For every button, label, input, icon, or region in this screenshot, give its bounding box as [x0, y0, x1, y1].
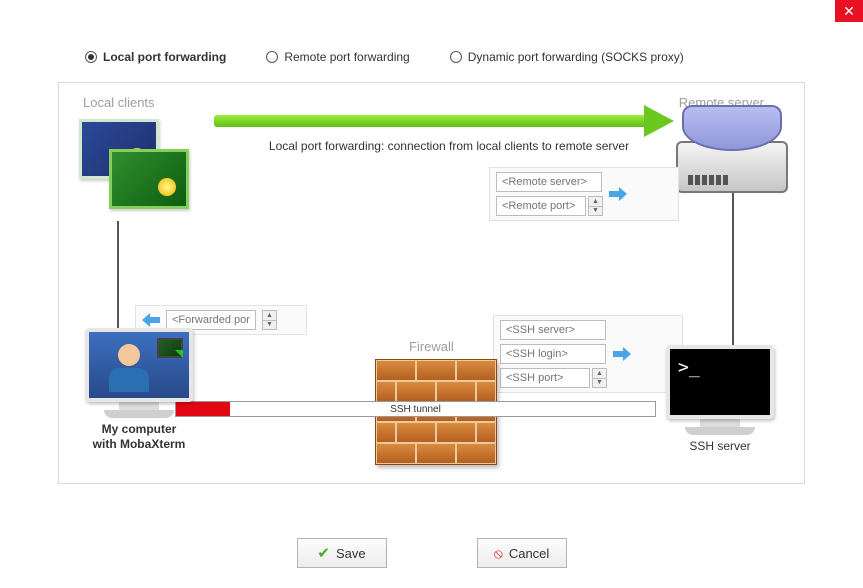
spin-down-icon[interactable]: ▼: [263, 321, 276, 330]
spin-up-icon[interactable]: ▲: [589, 197, 602, 207]
spin-up-icon[interactable]: ▲: [263, 311, 276, 321]
my-computer-caption-line2: with MobaXterm: [93, 437, 186, 451]
firewall-label: Firewall: [409, 339, 454, 354]
arrow-right-icon: [613, 347, 631, 361]
forwarded-port-spinner[interactable]: ▲▼: [262, 310, 277, 330]
spin-down-icon[interactable]: ▼: [593, 379, 606, 388]
ssh-server-caption: SSH server: [650, 439, 790, 453]
save-button-label: Save: [336, 546, 366, 561]
close-icon: ✕: [843, 3, 855, 20]
my-computer-icon: My computer with MobaXterm: [69, 328, 209, 453]
radio-dynamic-forwarding[interactable]: Dynamic port forwarding (SOCKS proxy): [450, 50, 684, 64]
radio-dot-icon: [85, 51, 97, 63]
flow-arrow-icon: [214, 109, 674, 133]
save-button[interactable]: ✔ Save: [297, 538, 387, 568]
ssh-port-spinner[interactable]: ▲▼: [592, 368, 607, 388]
ssh-server-input[interactable]: [500, 320, 606, 340]
forwarding-type-radio-group: Local port forwarding Remote port forwar…: [0, 0, 863, 74]
ssh-tunnel-bar: SSH tunnel: [175, 401, 656, 417]
remote-server-icon: [676, 105, 788, 193]
dialog-buttons: ✔ Save ⦸ Cancel: [0, 538, 863, 568]
radio-dynamic-label: Dynamic port forwarding (SOCKS proxy): [468, 50, 684, 64]
ssh-login-input[interactable]: [500, 344, 606, 364]
remote-port-input[interactable]: [496, 196, 586, 216]
cancel-icon: ⦸: [494, 545, 503, 562]
remote-target-group: ▲▼: [489, 167, 679, 221]
connector-line: [117, 221, 119, 339]
local-clients-label: Local clients: [83, 95, 155, 110]
ssh-port-input[interactable]: [500, 368, 590, 388]
radio-remote-label: Remote port forwarding: [284, 50, 409, 64]
check-icon: ✔: [317, 544, 330, 562]
cancel-button[interactable]: ⦸ Cancel: [477, 538, 567, 568]
remote-server-input[interactable]: [496, 172, 602, 192]
ssh-tunnel-label: SSH tunnel: [390, 404, 441, 415]
ssh-server-icon: >_ SSH server: [650, 345, 790, 453]
close-button[interactable]: ✕: [835, 0, 863, 22]
radio-dot-icon: [450, 51, 462, 63]
arrow-left-icon: [142, 313, 160, 327]
radio-local-label: Local port forwarding: [103, 50, 226, 64]
spin-down-icon[interactable]: ▼: [589, 207, 602, 216]
tunnel-diagram: Local clients Remote server Firewall Loc…: [58, 82, 805, 484]
radio-local-forwarding[interactable]: Local port forwarding: [85, 50, 226, 64]
local-clients-icon: [71, 111, 201, 221]
radio-remote-forwarding[interactable]: Remote port forwarding: [266, 50, 409, 64]
connector-line: [732, 193, 734, 355]
spin-up-icon[interactable]: ▲: [593, 369, 606, 379]
radio-dot-icon: [266, 51, 278, 63]
remote-port-spinner[interactable]: ▲▼: [588, 196, 603, 216]
arrow-right-icon: [609, 187, 627, 201]
my-computer-caption-line1: My computer: [102, 422, 177, 436]
cancel-button-label: Cancel: [509, 546, 549, 561]
flow-arrow-caption: Local port forwarding: connection from l…: [219, 139, 679, 153]
